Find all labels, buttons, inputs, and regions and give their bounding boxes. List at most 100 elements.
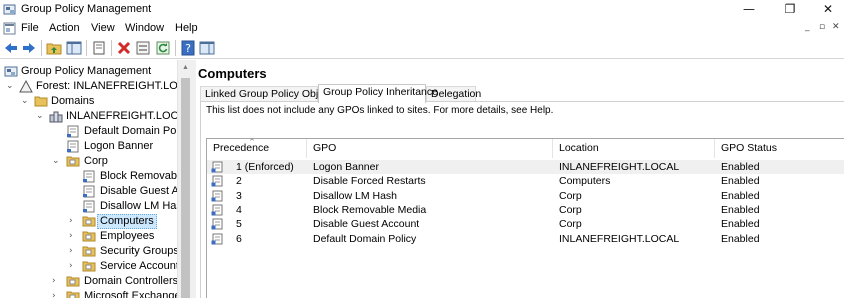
window-title: Group Policy Management <box>21 3 152 15</box>
cell-location: Corp <box>559 189 582 202</box>
gpo-link-icon <box>67 140 79 153</box>
up-folder-icon[interactable] <box>46 40 62 56</box>
menu-help[interactable]: Help <box>175 22 198 34</box>
cell-precedence: 3 <box>236 189 242 202</box>
tree-node-label: Computers <box>97 214 157 229</box>
cell-precedence: 2 <box>236 175 242 188</box>
folder-icon <box>34 96 48 107</box>
column-header-location[interactable]: Location <box>553 139 715 158</box>
expand-chevron-icon[interactable]: ⌄ <box>6 79 16 94</box>
gpo-link-icon <box>67 125 79 138</box>
gpo-link-icon <box>83 185 95 198</box>
tree-node-label: Block Removable <box>100 170 186 182</box>
menu-action[interactable]: Action <box>49 22 80 34</box>
table-row[interactable]: 1 (Enforced) Logon Banner INLANEFREIGHT.LO… <box>207 160 844 174</box>
column-header-gpo[interactable]: GPO <box>307 139 553 158</box>
close-window-button[interactable]: ✕ <box>813 0 843 18</box>
table-row[interactable]: 4 Block Removable Media Corp Enabled <box>207 203 844 217</box>
column-header-precedence[interactable]: ^ Precedence <box>207 138 307 158</box>
toolbar-separator <box>111 40 112 56</box>
tree-scrollbar[interactable]: ▲ <box>177 60 192 298</box>
delete-icon[interactable] <box>116 40 132 56</box>
ou-folder-icon <box>66 156 80 167</box>
cell-location: INLANEFREIGHT.LOCAL <box>559 161 680 173</box>
cell-location: Corp <box>559 203 582 216</box>
forward-arrow-icon[interactable] <box>21 40 37 56</box>
ou-folder-icon <box>82 246 96 257</box>
help-icon[interactable]: ? <box>180 40 196 56</box>
restore-window-button[interactable]: ❐ <box>775 0 805 18</box>
sites-note: This list does not include any GPOs link… <box>206 105 554 116</box>
cell-gpo-status: Enabled <box>721 203 760 216</box>
gpo-link-icon <box>83 200 95 213</box>
show-hide-tree-icon[interactable] <box>66 40 82 56</box>
cell-precedence: 4 <box>236 203 242 216</box>
inheritance-tab-panel: This list does not include any GPOs link… <box>200 101 844 298</box>
ou-folder-icon <box>82 216 96 227</box>
ou-folder-icon <box>82 261 96 272</box>
cell-gpo: Disallow LM Hash <box>313 189 398 202</box>
mdi-restore-button[interactable]: ▫ <box>819 22 825 32</box>
mdi-close-button[interactable]: ✕ <box>832 22 840 32</box>
menu-view[interactable]: View <box>91 22 115 34</box>
tree-node-label: Security Groups <box>100 245 179 257</box>
toolbar-separator <box>86 40 87 56</box>
tree-node-label: Default Domain Polic <box>84 125 187 137</box>
console-icon[interactable] <box>3 22 16 35</box>
back-arrow-icon[interactable] <box>3 40 19 56</box>
tab-group-policy-inheritance[interactable]: Group Policy Inheritance <box>318 84 438 103</box>
expand-chevron-icon[interactable]: › <box>69 244 79 259</box>
tree-node-label: INLANEFREIGHT.LOCAL <box>66 110 192 122</box>
tree-node-label: Microsoft Exchange S <box>84 290 191 298</box>
menu-bar: File Action View Window Help _ ▫ ✕ <box>0 20 844 37</box>
cell-gpo-status: Enabled <box>721 218 760 231</box>
details-pane: Computers Linked Group Policy Objects Gr… <box>196 60 844 298</box>
console-pane-icon[interactable] <box>199 40 215 56</box>
cell-gpo-status: Enabled <box>721 161 760 173</box>
cell-gpo-status: Enabled <box>721 189 760 202</box>
forest-icon <box>19 80 33 93</box>
menu-window[interactable]: Window <box>125 22 164 34</box>
cell-gpo: Block Removable Media <box>313 203 427 216</box>
mdi-minimize-button[interactable]: _ <box>805 22 810 32</box>
tree-node-label: Domain Controllers <box>84 275 179 287</box>
copy-icon[interactable] <box>91 40 107 56</box>
toolbar-separator <box>175 40 176 56</box>
gpo-link-icon <box>211 204 223 216</box>
expand-chevron-icon[interactable]: › <box>69 259 79 274</box>
toolbar: ? <box>0 37 844 59</box>
scroll-up-arrow-icon[interactable]: ▲ <box>182 64 189 71</box>
table-row[interactable]: 6 Default Domain Policy INLANEFREIGHT.LOCA… <box>207 232 844 246</box>
expand-chevron-icon[interactable]: ⌄ <box>36 109 46 124</box>
minimize-window-button[interactable]: — <box>734 0 764 18</box>
expand-chevron-icon[interactable]: › <box>69 214 79 229</box>
tree-node-label: Group Policy Management <box>21 65 152 77</box>
ou-folder-icon <box>66 291 80 298</box>
expand-chevron-icon[interactable]: › <box>52 274 62 289</box>
tree-node-label: Forest: INLANEFREIGHT.LOCAL <box>36 80 192 92</box>
title-bar: Group Policy Management — ❐ ✕ <box>0 0 844 20</box>
properties-icon[interactable] <box>135 40 151 56</box>
expand-chevron-icon[interactable]: ⌄ <box>52 154 62 169</box>
table-row[interactable]: 2 Disable Forced Restarts Computers Enabled <box>207 174 844 188</box>
scrollbar-thumb[interactable] <box>181 78 190 298</box>
menu-file[interactable]: File <box>21 22 39 34</box>
cell-precedence: 6 <box>236 232 242 245</box>
tree-node-label: Employees <box>100 230 155 242</box>
cell-location: INLANEFREIGHT.LOCAL <box>559 232 680 245</box>
table-row[interactable]: 3 Disallow LM Hash Corp Enabled <box>207 189 844 203</box>
column-header-gpo-status[interactable]: GPO Status <box>715 139 844 158</box>
gpo-link-icon <box>83 170 95 183</box>
column-header-label: Precedence <box>213 142 270 154</box>
expand-chevron-icon[interactable]: ⌄ <box>21 94 31 109</box>
expand-chevron-icon[interactable]: › <box>69 229 79 244</box>
page-title: Computers <box>198 66 267 81</box>
sort-ascending-icon: ^ <box>249 138 255 146</box>
cell-gpo: Default Domain Policy <box>313 232 417 245</box>
expand-chevron-icon[interactable]: › <box>52 289 62 298</box>
gpo-inheritance-list[interactable]: ^ Precedence GPO Location GPO Status 1 (… <box>206 138 844 298</box>
refresh-icon[interactable] <box>155 40 171 56</box>
gpm-app-icon <box>3 4 16 15</box>
tab-linked-group-policy-objects[interactable]: Linked Group Policy Objects <box>200 86 337 102</box>
table-row[interactable]: 5 Disable Guest Account Corp Enabled <box>207 217 844 231</box>
